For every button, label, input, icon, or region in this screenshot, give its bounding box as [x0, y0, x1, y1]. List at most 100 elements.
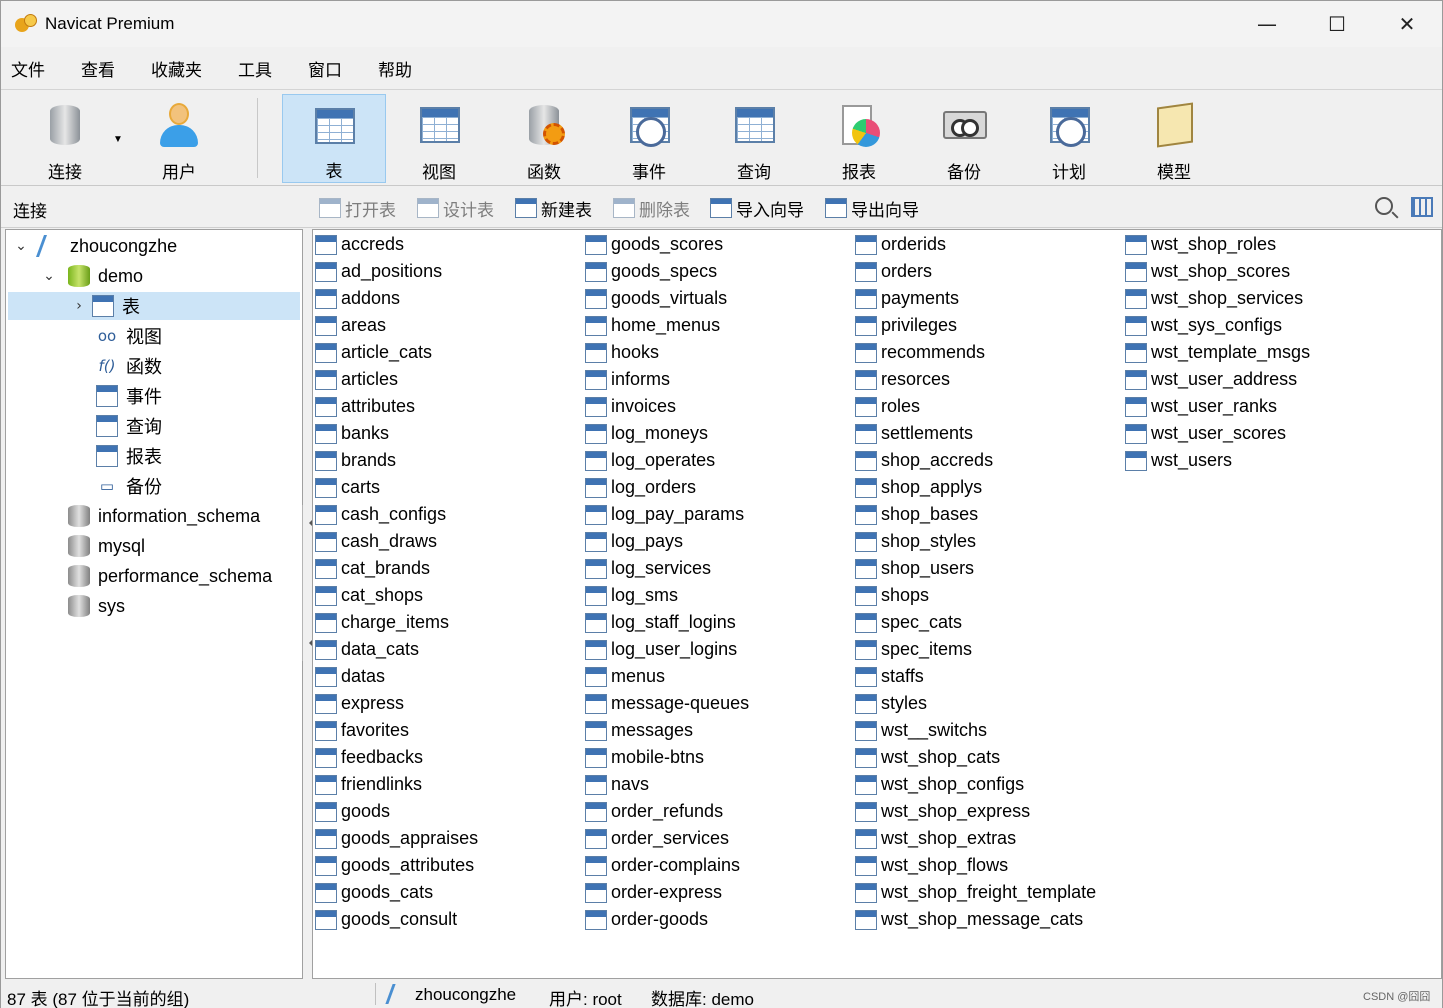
- connect-button[interactable]: 连接: [13, 94, 117, 183]
- table-list-item[interactable]: cash_draws: [315, 528, 478, 555]
- table-list-item[interactable]: wst_template_msgs: [1125, 339, 1310, 366]
- table-list-item[interactable]: carts: [315, 474, 478, 501]
- tree-item-functions[interactable]: f() 函数: [96, 352, 163, 380]
- design-table-button[interactable]: 设计表: [417, 196, 494, 220]
- table-list-item[interactable]: log_pay_params: [585, 501, 749, 528]
- menu-tools[interactable]: 工具: [228, 56, 282, 81]
- table-list-item[interactable]: favorites: [315, 717, 478, 744]
- view-button[interactable]: 视图: [387, 94, 491, 183]
- table-list-item[interactable]: data_cats: [315, 636, 478, 663]
- table-list-item[interactable]: wst_shop_message_cats: [855, 906, 1096, 933]
- tree-item-reports[interactable]: 报表: [96, 442, 162, 470]
- table-list-item[interactable]: attributes: [315, 393, 478, 420]
- table-list-item[interactable]: wst_users: [1125, 447, 1310, 474]
- collapse-chevron-icon[interactable]: ⌄: [40, 268, 58, 284]
- table-list-item[interactable]: goods_scores: [585, 231, 749, 258]
- table-list-item[interactable]: charge_items: [315, 609, 478, 636]
- table-list-item[interactable]: shop_users: [855, 555, 1096, 582]
- table-list-item[interactable]: order_services: [585, 825, 749, 852]
- pane-splitter[interactable]: [302, 505, 313, 661]
- table-list-item[interactable]: privileges: [855, 312, 1096, 339]
- table-list-item[interactable]: order-complains: [585, 852, 749, 879]
- table-list-item[interactable]: articles: [315, 366, 478, 393]
- table-list-item[interactable]: areas: [315, 312, 478, 339]
- table-list-item[interactable]: log_pays: [585, 528, 749, 555]
- menu-view[interactable]: 查看: [71, 56, 125, 81]
- event-button[interactable]: 事件: [597, 94, 701, 183]
- minimize-button[interactable]: —: [1232, 1, 1302, 47]
- tree-database-node[interactable]: information_schema: [68, 502, 260, 530]
- table-list-item[interactable]: spec_cats: [855, 609, 1096, 636]
- table-list-item[interactable]: goods: [315, 798, 478, 825]
- table-list-item[interactable]: roles: [855, 393, 1096, 420]
- table-list-item[interactable]: log_orders: [585, 474, 749, 501]
- table-list-item[interactable]: hooks: [585, 339, 749, 366]
- table-list-item[interactable]: menus: [585, 663, 749, 690]
- table-list-item[interactable]: goods_specs: [585, 258, 749, 285]
- table-list-item[interactable]: ad_positions: [315, 258, 478, 285]
- tree-item-backups[interactable]: ▭ 备份: [96, 472, 162, 500]
- delete-table-button[interactable]: 删除表: [613, 196, 690, 220]
- report-button[interactable]: 报表: [807, 94, 911, 183]
- table-list-item[interactable]: staffs: [855, 663, 1096, 690]
- table-list-item[interactable]: order-goods: [585, 906, 749, 933]
- menu-window[interactable]: 窗口: [298, 56, 352, 81]
- maximize-button[interactable]: ☐: [1302, 1, 1372, 47]
- table-list-item[interactable]: log_sms: [585, 582, 749, 609]
- query-button[interactable]: 查询: [702, 94, 806, 183]
- table-list-item[interactable]: shop_applys: [855, 474, 1096, 501]
- table-list-item[interactable]: wst_user_ranks: [1125, 393, 1310, 420]
- table-list-item[interactable]: order_refunds: [585, 798, 749, 825]
- table-list-item[interactable]: wst_shop_extras: [855, 825, 1096, 852]
- table-list-item[interactable]: resorces: [855, 366, 1096, 393]
- table-list-item[interactable]: shops: [855, 582, 1096, 609]
- table-list-item[interactable]: shop_accreds: [855, 447, 1096, 474]
- table-list-item[interactable]: wst_sys_configs: [1125, 312, 1310, 339]
- table-list-item[interactable]: payments: [855, 285, 1096, 312]
- table-list-item[interactable]: addons: [315, 285, 478, 312]
- backup-button[interactable]: 备份: [912, 94, 1016, 183]
- table-list-item[interactable]: settlements: [855, 420, 1096, 447]
- table-list-item[interactable]: log_moneys: [585, 420, 749, 447]
- table-list-item[interactable]: accreds: [315, 231, 478, 258]
- table-list-item[interactable]: log_operates: [585, 447, 749, 474]
- tree-item-tables[interactable]: › 表: [8, 292, 300, 320]
- tree-item-events[interactable]: 事件: [96, 382, 162, 410]
- table-list-item[interactable]: wst_user_scores: [1125, 420, 1310, 447]
- table-list-item[interactable]: orderids: [855, 231, 1096, 258]
- search-icon[interactable]: [1375, 197, 1393, 215]
- tree-database-node[interactable]: mysql: [68, 532, 145, 560]
- table-list-item[interactable]: wst_shop_configs: [855, 771, 1096, 798]
- menu-favorites[interactable]: 收藏夹: [141, 56, 212, 81]
- import-wizard-button[interactable]: 导入向导: [710, 196, 804, 220]
- menu-help[interactable]: 帮助: [368, 56, 422, 81]
- table-list-item[interactable]: order-express: [585, 879, 749, 906]
- table-list-item[interactable]: wst_shop_cats: [855, 744, 1096, 771]
- table-list-item[interactable]: wst_shop_services: [1125, 285, 1310, 312]
- model-button[interactable]: 模型: [1122, 94, 1226, 183]
- table-list-item[interactable]: goods_consult: [315, 906, 478, 933]
- table-list-item[interactable]: feedbacks: [315, 744, 478, 771]
- table-list-item[interactable]: cash_configs: [315, 501, 478, 528]
- table-list-item[interactable]: goods_attributes: [315, 852, 478, 879]
- table-list-item[interactable]: cat_shops: [315, 582, 478, 609]
- table-list-item[interactable]: wst__switchs: [855, 717, 1096, 744]
- expand-chevron-icon[interactable]: ›: [70, 298, 88, 314]
- table-list-item[interactable]: styles: [855, 690, 1096, 717]
- table-list-item[interactable]: informs: [585, 366, 749, 393]
- tree-database-node[interactable]: performance_schema: [68, 562, 272, 590]
- table-list-item[interactable]: friendlinks: [315, 771, 478, 798]
- tree-item-queries[interactable]: 查询: [96, 412, 162, 440]
- table-list-item[interactable]: goods_cats: [315, 879, 478, 906]
- table-list-item[interactable]: wst_shop_freight_template: [855, 879, 1096, 906]
- open-table-button[interactable]: 打开表: [319, 196, 396, 220]
- new-table-button[interactable]: 新建表: [515, 196, 592, 220]
- table-list-item[interactable]: cat_brands: [315, 555, 478, 582]
- view-mode-icon[interactable]: [1411, 197, 1433, 217]
- table-list-item[interactable]: message-queues: [585, 690, 749, 717]
- user-button[interactable]: 用户: [127, 94, 231, 183]
- table-list-item[interactable]: express: [315, 690, 478, 717]
- table-list-item[interactable]: log_staff_logins: [585, 609, 749, 636]
- table-list-item[interactable]: log_user_logins: [585, 636, 749, 663]
- connect-dropdown-icon[interactable]: ▼: [113, 134, 123, 145]
